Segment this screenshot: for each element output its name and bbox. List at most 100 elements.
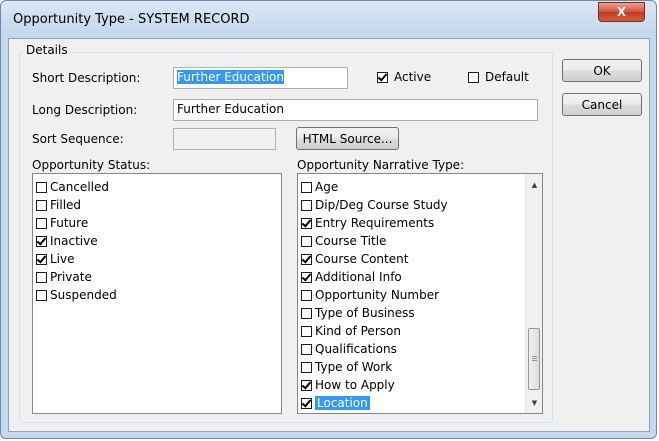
narrative-item-course-title[interactable]: Course Title [298,232,542,250]
sort-sequence-label: Sort Sequence: [32,132,124,146]
narrative-type-items: Age Dip/Deg Course Study Entry Requireme… [298,174,542,412]
html-source-button-label: HTML Source... [302,131,393,146]
status-filled-checkbox[interactable] [36,199,47,211]
short-description-label: Short Description: [32,71,141,85]
narrative-type-of-work-label: Type of Work [315,360,393,374]
narrative-kind-of-person-checkbox[interactable] [301,325,312,337]
active-label: Active [394,70,432,84]
status-filled-label: Filled [50,198,82,212]
narrative-kind-of-person-label: Kind of Person [315,324,401,338]
thumb-grip [532,358,537,359]
narrative-type-of-business-label: Type of Business [315,306,415,320]
narrative-opportunity-number-checkbox[interactable] [301,289,312,301]
long-description-input[interactable]: Further Education [173,99,538,121]
thumb-grip [532,360,537,361]
status-suspended-checkbox[interactable] [36,289,47,301]
cancel-button[interactable]: Cancel [562,93,642,116]
narrative-location-label: Location [315,396,370,410]
narrative-item-additional-info[interactable]: Additional Info [298,268,542,286]
long-description-label: Long Description: [32,103,138,117]
status-live-label: Live [50,252,75,266]
status-future-label: Future [50,216,89,230]
narrative-additional-info-checkbox[interactable] [301,271,312,283]
dialog-client-area: Details Short Description: Further Educa… [8,38,650,432]
scroll-thumb[interactable] [528,328,540,390]
scroll-up-icon[interactable]: ▲ [526,176,542,193]
details-group-label: Details [24,43,70,57]
narrative-item-entry-requirements[interactable]: Entry Requirements [298,214,542,232]
default-checkbox[interactable]: Default [468,70,529,84]
status-item-private[interactable]: Private [33,268,281,286]
status-inactive-checkbox[interactable] [36,235,47,247]
status-cancelled-label: Cancelled [50,180,109,194]
narrative-how-to-apply-label: How to Apply [315,378,395,392]
status-inactive-label: Inactive [50,234,98,248]
long-description-value: Further Education [177,102,284,116]
status-item-filled[interactable]: Filled [33,196,281,214]
narrative-how-to-apply-checkbox[interactable] [301,379,312,391]
ok-button[interactable]: OK [562,59,642,82]
narrative-item-type-of-work[interactable]: Type of Work [298,358,542,376]
cancel-button-label: Cancel [581,97,623,112]
sort-sequence-input[interactable] [173,128,276,150]
narrative-opportunity-number-label: Opportunity Number [315,288,440,302]
narrative-course-content-label: Course Content [315,252,409,266]
status-live-checkbox[interactable] [36,253,47,265]
close-button[interactable]: X [598,2,645,22]
narrative-item-location[interactable]: Location [298,394,542,412]
narrative-course-title-label: Course Title [315,234,387,248]
narrative-type-of-work-checkbox[interactable] [301,361,312,373]
narrative-item-opportunity-number[interactable]: Opportunity Number [298,286,542,304]
opportunity-status-items: Cancelled Filled Future Inactive Live Pr… [33,174,281,304]
status-suspended-label: Suspended [50,288,117,302]
narrative-type-of-business-checkbox[interactable] [301,307,312,319]
close-icon: X [616,5,627,19]
narrative-course-title-checkbox[interactable] [301,235,312,247]
narrative-item-age[interactable]: Age [298,178,542,196]
active-checkbox[interactable]: Active [377,70,431,84]
status-item-cancelled[interactable]: Cancelled [33,178,281,196]
status-cancelled-checkbox[interactable] [36,181,47,193]
active-checkbox-box[interactable] [377,71,388,83]
status-item-inactive[interactable]: Inactive [33,232,281,250]
narrative-additional-info-label: Additional Info [315,270,402,284]
narrative-dip-deg-label: Dip/Deg Course Study [315,198,448,212]
status-future-checkbox[interactable] [36,217,47,229]
default-checkbox-box[interactable] [468,71,479,83]
short-description-input[interactable]: Further Education [173,67,348,89]
narrative-item-qualifications[interactable]: Qualifications [298,340,542,358]
narrative-item-type-of-business[interactable]: Type of Business [298,304,542,322]
narrative-item-dip-deg-course-study[interactable]: Dip/Deg Course Study [298,196,542,214]
ok-button-label: OK [593,63,611,78]
narrative-age-checkbox[interactable] [301,181,312,193]
narrative-type-list[interactable]: Age Dip/Deg Course Study Entry Requireme… [297,173,543,414]
short-description-value: Further Education [177,70,284,84]
narrative-item-kind-of-person[interactable]: Kind of Person [298,322,542,340]
default-label: Default [485,70,529,84]
status-private-label: Private [50,270,92,284]
thumb-grip [532,356,537,357]
status-item-suspended[interactable]: Suspended [33,286,281,304]
narrative-type-label: Opportunity Narrative Type: [297,158,465,172]
narrative-age-label: Age [315,180,339,194]
narrative-location-checkbox[interactable] [301,397,312,409]
narrative-qualifications-checkbox[interactable] [301,343,312,355]
narrative-scrollbar[interactable]: ▲ ▼ [525,174,542,413]
status-item-live[interactable]: Live [33,250,281,268]
narrative-qualifications-label: Qualifications [315,342,397,356]
narrative-item-how-to-apply[interactable]: How to Apply [298,376,542,394]
narrative-item-course-content[interactable]: Course Content [298,250,542,268]
narrative-dip-deg-checkbox[interactable] [301,199,312,211]
scroll-down-icon[interactable]: ▼ [526,394,542,411]
window-title: Opportunity Type - SYSTEM RECORD [13,12,250,27]
dialog-window: Opportunity Type - SYSTEM RECORD X Detai… [0,0,657,439]
opportunity-status-list[interactable]: Cancelled Filled Future Inactive Live Pr… [32,173,282,414]
narrative-entry-requirements-checkbox[interactable] [301,217,312,229]
status-private-checkbox[interactable] [36,271,47,283]
opportunity-status-label: Opportunity Status: [32,158,151,172]
html-source-button[interactable]: HTML Source... [296,127,399,150]
title-bar[interactable]: Opportunity Type - SYSTEM RECORD X [1,1,656,39]
narrative-course-content-checkbox[interactable] [301,253,312,265]
status-item-future[interactable]: Future [33,214,281,232]
narrative-entry-requirements-label: Entry Requirements [315,216,435,230]
